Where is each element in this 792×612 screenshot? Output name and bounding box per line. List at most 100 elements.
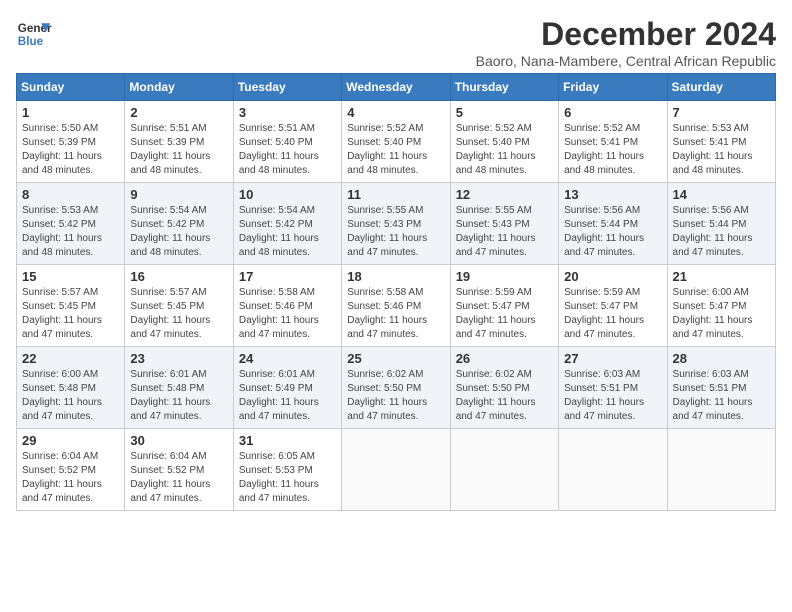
- calendar-cell: 10 Sunrise: 5:54 AM Sunset: 5:42 PM Dayli…: [233, 183, 341, 265]
- day-number: 12: [456, 187, 553, 202]
- calendar-cell: 22Sunrise: 6:00 AM Sunset: 5:48 PM Dayli…: [17, 347, 125, 429]
- day-info: Sunrise: 6:05 AM Sunset: 5:53 PM Dayligh…: [239, 450, 336, 506]
- day-info: Sunrise: 5:51 AM Sunset: 5:40 PM Dayligh…: [239, 122, 336, 178]
- day-number: 11: [347, 187, 444, 202]
- calendar-cell: [450, 429, 558, 511]
- day-info: Sunrise: 5:58 AM Sunset: 5:46 PM Dayligh…: [239, 286, 336, 342]
- day-number: 30: [130, 433, 227, 448]
- day-info: Sunrise: 6:00 AM Sunset: 5:47 PM Dayligh…: [673, 286, 770, 342]
- day-info: Sunrise: 6:01 AM Sunset: 5:49 PM Dayligh…: [239, 368, 336, 424]
- calendar-cell: 20 Sunrise: 5:59 AM Sunset: 5:47 PM Dayli…: [559, 265, 667, 347]
- calendar-cell: 1Sunrise: 5:50 AM Sunset: 5:39 PM Daylig…: [17, 101, 125, 183]
- calendar-cell: 28 Sunrise: 6:03 AM Sunset: 5:51 PM Dayli…: [667, 347, 775, 429]
- calendar-cell: 11 Sunrise: 5:55 AM Sunset: 5:43 PM Dayli…: [342, 183, 450, 265]
- day-number: 25: [347, 351, 444, 366]
- day-info: Sunrise: 6:03 AM Sunset: 5:51 PM Dayligh…: [673, 368, 770, 424]
- calendar-cell: 9Sunrise: 5:54 AM Sunset: 5:42 PM Daylig…: [125, 183, 233, 265]
- day-header-tuesday: Tuesday: [233, 74, 341, 101]
- day-info: Sunrise: 5:52 AM Sunset: 5:40 PM Dayligh…: [456, 122, 553, 178]
- day-info: Sunrise: 5:56 AM Sunset: 5:44 PM Dayligh…: [673, 204, 770, 260]
- calendar-cell: 8Sunrise: 5:53 AM Sunset: 5:42 PM Daylig…: [17, 183, 125, 265]
- day-info: Sunrise: 6:00 AM Sunset: 5:48 PM Dayligh…: [22, 368, 119, 424]
- day-header-saturday: Saturday: [667, 74, 775, 101]
- calendar-cell: 3Sunrise: 5:51 AM Sunset: 5:40 PM Daylig…: [233, 101, 341, 183]
- day-number: 19: [456, 269, 553, 284]
- day-number: 31: [239, 433, 336, 448]
- calendar: SundayMondayTuesdayWednesdayThursdayFrid…: [16, 73, 776, 511]
- week-row-1: 1Sunrise: 5:50 AM Sunset: 5:39 PM Daylig…: [17, 101, 776, 183]
- day-number: 21: [673, 269, 770, 284]
- calendar-cell: 2 Sunrise: 5:51 AM Sunset: 5:39 PM Daylig…: [125, 101, 233, 183]
- calendar-cell: 16 Sunrise: 5:57 AM Sunset: 5:45 PM Dayli…: [125, 265, 233, 347]
- day-info: Sunrise: 6:02 AM Sunset: 5:50 PM Dayligh…: [456, 368, 553, 424]
- day-number: 28: [673, 351, 770, 366]
- week-row-4: 22Sunrise: 6:00 AM Sunset: 5:48 PM Dayli…: [17, 347, 776, 429]
- calendar-cell: 23Sunrise: 6:01 AM Sunset: 5:48 PM Dayli…: [125, 347, 233, 429]
- day-info: Sunrise: 5:52 AM Sunset: 5:41 PM Dayligh…: [564, 122, 661, 178]
- calendar-cell: 29 Sunrise: 6:04 AM Sunset: 5:52 PM Dayli…: [17, 429, 125, 511]
- day-header-thursday: Thursday: [450, 74, 558, 101]
- day-info: Sunrise: 5:55 AM Sunset: 5:43 PM Dayligh…: [456, 204, 553, 260]
- calendar-cell: [559, 429, 667, 511]
- day-info: Sunrise: 5:51 AM Sunset: 5:39 PM Dayligh…: [130, 122, 227, 178]
- day-number: 6: [564, 105, 661, 120]
- calendar-cell: 19Sunrise: 5:59 AM Sunset: 5:47 PM Dayli…: [450, 265, 558, 347]
- calendar-cell: 31 Sunrise: 6:05 AM Sunset: 5:53 PM Dayli…: [233, 429, 341, 511]
- day-number: 16: [130, 269, 227, 284]
- subtitle: Baoro, Nana-Mambere, Central African Rep…: [476, 53, 776, 69]
- day-info: Sunrise: 5:59 AM Sunset: 5:47 PM Dayligh…: [564, 286, 661, 342]
- day-number: 20: [564, 269, 661, 284]
- day-header-friday: Friday: [559, 74, 667, 101]
- day-header-wednesday: Wednesday: [342, 74, 450, 101]
- calendar-cell: 6 Sunrise: 5:52 AM Sunset: 5:41 PM Daylig…: [559, 101, 667, 183]
- day-number: 27: [564, 351, 661, 366]
- calendar-cell: 27 Sunrise: 6:03 AM Sunset: 5:51 PM Dayli…: [559, 347, 667, 429]
- day-number: 10: [239, 187, 336, 202]
- day-info: Sunrise: 5:55 AM Sunset: 5:43 PM Dayligh…: [347, 204, 444, 260]
- calendar-cell: 5 Sunrise: 5:52 AM Sunset: 5:40 PM Daylig…: [450, 101, 558, 183]
- day-number: 4: [347, 105, 444, 120]
- day-number: 18: [347, 269, 444, 284]
- calendar-cell: 26 Sunrise: 6:02 AM Sunset: 5:50 PM Dayli…: [450, 347, 558, 429]
- calendar-cell: [342, 429, 450, 511]
- day-number: 1: [22, 105, 119, 120]
- day-number: 2: [130, 105, 227, 120]
- day-header-sunday: Sunday: [17, 74, 125, 101]
- day-info: Sunrise: 6:04 AM Sunset: 5:52 PM Dayligh…: [22, 450, 119, 506]
- day-number: 15: [22, 269, 119, 284]
- day-number: 8: [22, 187, 119, 202]
- calendar-cell: 24 Sunrise: 6:01 AM Sunset: 5:49 PM Dayli…: [233, 347, 341, 429]
- calendar-cell: 4 Sunrise: 5:52 AM Sunset: 5:40 PM Daylig…: [342, 101, 450, 183]
- day-number: 17: [239, 269, 336, 284]
- calendar-cell: 13Sunrise: 5:56 AM Sunset: 5:44 PM Dayli…: [559, 183, 667, 265]
- week-row-5: 29 Sunrise: 6:04 AM Sunset: 5:52 PM Dayli…: [17, 429, 776, 511]
- day-headers: SundayMondayTuesdayWednesdayThursdayFrid…: [17, 74, 776, 101]
- day-number: 5: [456, 105, 553, 120]
- calendar-cell: 25Sunrise: 6:02 AM Sunset: 5:50 PM Dayli…: [342, 347, 450, 429]
- calendar-cell: 14 Sunrise: 5:56 AM Sunset: 5:44 PM Dayli…: [667, 183, 775, 265]
- day-info: Sunrise: 5:53 AM Sunset: 5:41 PM Dayligh…: [673, 122, 770, 178]
- day-info: Sunrise: 6:04 AM Sunset: 5:52 PM Dayligh…: [130, 450, 227, 506]
- week-row-2: 8Sunrise: 5:53 AM Sunset: 5:42 PM Daylig…: [17, 183, 776, 265]
- calendar-cell: 18 Sunrise: 5:58 AM Sunset: 5:46 PM Dayli…: [342, 265, 450, 347]
- logo: General Blue: [16, 16, 52, 52]
- calendar-cell: 12 Sunrise: 5:55 AM Sunset: 5:43 PM Dayli…: [450, 183, 558, 265]
- day-number: 24: [239, 351, 336, 366]
- day-number: 29: [22, 433, 119, 448]
- day-header-monday: Monday: [125, 74, 233, 101]
- svg-text:Blue: Blue: [18, 35, 44, 48]
- day-number: 7: [673, 105, 770, 120]
- day-info: Sunrise: 5:56 AM Sunset: 5:44 PM Dayligh…: [564, 204, 661, 260]
- calendar-cell: 17 Sunrise: 5:58 AM Sunset: 5:46 PM Dayli…: [233, 265, 341, 347]
- calendar-cell: [667, 429, 775, 511]
- title-area: December 2024 Baoro, Nana-Mambere, Centr…: [476, 16, 776, 69]
- day-info: Sunrise: 6:03 AM Sunset: 5:51 PM Dayligh…: [564, 368, 661, 424]
- day-info: Sunrise: 5:58 AM Sunset: 5:46 PM Dayligh…: [347, 286, 444, 342]
- day-info: Sunrise: 5:57 AM Sunset: 5:45 PM Dayligh…: [130, 286, 227, 342]
- calendar-cell: 7 Sunrise: 5:53 AM Sunset: 5:41 PM Daylig…: [667, 101, 775, 183]
- day-number: 23: [130, 351, 227, 366]
- day-info: Sunrise: 5:52 AM Sunset: 5:40 PM Dayligh…: [347, 122, 444, 178]
- day-info: Sunrise: 5:54 AM Sunset: 5:42 PM Dayligh…: [239, 204, 336, 260]
- day-number: 26: [456, 351, 553, 366]
- day-number: 14: [673, 187, 770, 202]
